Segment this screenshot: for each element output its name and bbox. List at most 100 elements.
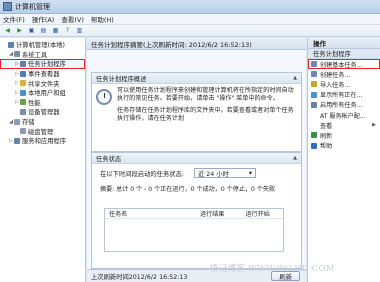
overview-title: 任务计划程序概述: [96, 75, 147, 83]
status-summary: 摘要: 总计 0 个 - 0 个正在运行，0 个成功，0 个停止，0 个失败: [100, 186, 276, 193]
tree-item[interactable]: ▷ 共享文件夹: [0, 78, 85, 88]
tree-item[interactable]: 计算机管理(本地): [0, 40, 85, 50]
action-item[interactable]: 导入任务...: [308, 79, 380, 89]
task-status-header[interactable]: 任务状态 ▲: [92, 153, 301, 164]
actions-title: 操作: [308, 38, 380, 49]
tree-item-label: 系统工具: [22, 51, 48, 59]
column-run-start[interactable]: 运行开始: [241, 209, 283, 218]
actions-subheader[interactable]: 任务计划程序: [308, 49, 380, 59]
menu-help[interactable]: 帮助(H): [91, 14, 114, 24]
tree-item[interactable]: 设备管理器: [0, 107, 85, 117]
help-icon[interactable]: ?: [63, 27, 72, 35]
tree-item-label: 性能: [28, 99, 41, 107]
tree-item[interactable]: ◢ 存储: [0, 117, 85, 127]
task-status-section: 任务状态 ▲ 在以下时间段启动的任务状态: 近 24 小时 ▾ 摘要: 总计 0…: [91, 152, 302, 269]
menu-action[interactable]: 操作(A): [32, 14, 55, 24]
action-item[interactable]: 启用所有任务...: [308, 100, 380, 110]
period-dropdown-value: 近 24 小时: [197, 170, 229, 178]
column-task-name[interactable]: 任务名: [105, 209, 196, 218]
action-item[interactable]: 查看 ▶: [308, 120, 380, 130]
forward-arrow-icon[interactable]: ▶: [15, 27, 24, 35]
device-manager-icon: [20, 108, 26, 115]
last-refresh-text: 上次刷新时间2012/6/2 16:52:13: [91, 273, 188, 281]
action-item-label: 启用所有任务...: [320, 102, 363, 110]
enable-history-icon: [311, 101, 317, 108]
tree-item[interactable]: ◢ 系统工具: [0, 50, 85, 60]
action-item[interactable]: 创建基本任务...: [308, 59, 380, 70]
create-task-icon: [311, 71, 317, 78]
tree-item[interactable]: ▷ 服务和应用程序: [0, 136, 85, 146]
column-run-result[interactable]: 运行结果: [196, 209, 242, 218]
action-item[interactable]: 显示所有正在...: [308, 90, 380, 100]
computer-icon: [8, 41, 14, 48]
tree-item-label: 任务计划程序: [28, 61, 66, 69]
watermark: 悟记博客 WWW.90LHD.COM: [210, 264, 335, 274]
action-item-label: 创建基本任务...: [320, 61, 363, 69]
running-tasks-icon: [311, 91, 317, 98]
properties-icon[interactable]: ▦: [51, 27, 60, 35]
actions-pane: 操作 任务计划程序 创建基本任务... 创建任务... 导入任务... 显示所有正在.…: [307, 38, 380, 282]
tree-item[interactable]: ▷ 事件查看器: [0, 69, 85, 79]
action-item[interactable]: AT 服务帐户配...: [308, 110, 380, 120]
back-arrow-icon[interactable]: ◀: [3, 27, 12, 35]
action-item[interactable]: 创建任务...: [308, 69, 380, 79]
action-item-label: 帮助: [320, 143, 333, 151]
clock-icon: [96, 89, 112, 105]
tools-icon: [14, 51, 20, 58]
action-item-label: 刷新: [320, 132, 333, 140]
collapse-icon[interactable]: ▲: [293, 75, 297, 81]
task-status-title: 任务状态: [96, 155, 122, 163]
menu-view[interactable]: 查看(V): [61, 14, 84, 24]
status-period-label: 在以下时间段启动的任务状态:: [100, 170, 184, 178]
action-item-label: 创建任务...: [320, 71, 351, 79]
action-item-label: 导入任务...: [320, 81, 351, 89]
overview-header[interactable]: 任务计划程序概述 ▲: [92, 73, 301, 84]
folder-up-icon[interactable]: ▣: [27, 27, 36, 35]
refresh-icon: [311, 132, 317, 139]
at-account-icon: [311, 112, 317, 119]
tree-item-label: 共享文件夹: [28, 80, 60, 88]
action-item-label: 查看: [320, 122, 333, 130]
shared-folder-icon: [20, 80, 26, 87]
tree-item-label: 磁盘管理: [28, 128, 54, 136]
show-tree-icon[interactable]: ▤: [39, 27, 48, 35]
period-dropdown[interactable]: 近 24 小时 ▾: [193, 168, 256, 178]
task-grid[interactable]: 任务名 运行结果 运行开始: [104, 208, 284, 252]
help-icon: [311, 142, 317, 149]
storage-icon: [14, 118, 20, 125]
tree-item[interactable]: ▷ 任务计划程序: [0, 59, 85, 69]
navigation-tree: 计算机管理(本地) ◢ 系统工具 ▷ 任务计划程序 ▷ 事件查看器 ▷ 共享文件夹 ▷ 本地用户和组…: [0, 38, 86, 282]
tree-item[interactable]: ▷ 性能: [0, 98, 85, 108]
toolbar: ◀ ▶ ▣ ▤ ▦ ? ▥: [0, 25, 380, 37]
tree-item[interactable]: ▷ 本地用户和组: [0, 88, 85, 98]
window-title: 计算机管理: [15, 2, 50, 11]
chevron-down-icon: ▾: [248, 169, 252, 177]
create-basic-task-icon: [311, 61, 317, 68]
overview-section: 任务计划程序概述 ▲ 可以使用任务计划程序来创建和管理计算机将在所指定的时间自动…: [91, 72, 302, 152]
event-viewer-icon: [20, 70, 26, 77]
overview-text-1: 可以使用任务计划程序来创建和管理计算机将在所指定的时间自动执行的常见任务。若要开…: [117, 87, 294, 103]
action-item[interactable]: 帮助: [308, 141, 380, 151]
tree-item-label: 事件查看器: [28, 71, 60, 79]
tree-item-label: 计算机管理(本地): [16, 42, 65, 50]
clock-icon: [20, 60, 26, 67]
action-item-label: AT 服务帐户配...: [320, 112, 366, 120]
tree-item-label: 设备管理器: [28, 109, 60, 117]
main-pane: 任务计划程序摘要(上次刷新时间: 2012/6/2 16:52:13) 任务计划…: [87, 38, 306, 282]
title-bar: 计算机管理: [0, 0, 380, 14]
collapse-icon[interactable]: ▲: [293, 155, 297, 161]
services-icon: [14, 137, 20, 144]
menu-file[interactable]: 文件(F): [3, 14, 25, 24]
task-grid-header: 任务名 运行结果 运行开始: [105, 209, 283, 219]
computer-management-icon: [3, 2, 12, 11]
tree-item-label: 存储: [22, 119, 35, 127]
summary-header: 任务计划程序摘要(上次刷新时间: 2012/6/2 16:52:13): [87, 38, 306, 50]
import-icon: [311, 81, 317, 88]
users-icon: [20, 89, 26, 96]
tree-item[interactable]: 磁盘管理: [0, 126, 85, 136]
action-item[interactable]: 刷新: [308, 130, 380, 140]
disk-icon: [20, 128, 26, 135]
console-icon[interactable]: ▥: [75, 27, 84, 35]
view-icon: [311, 122, 317, 129]
tree-item-label: 服务和应用程序: [22, 138, 67, 146]
